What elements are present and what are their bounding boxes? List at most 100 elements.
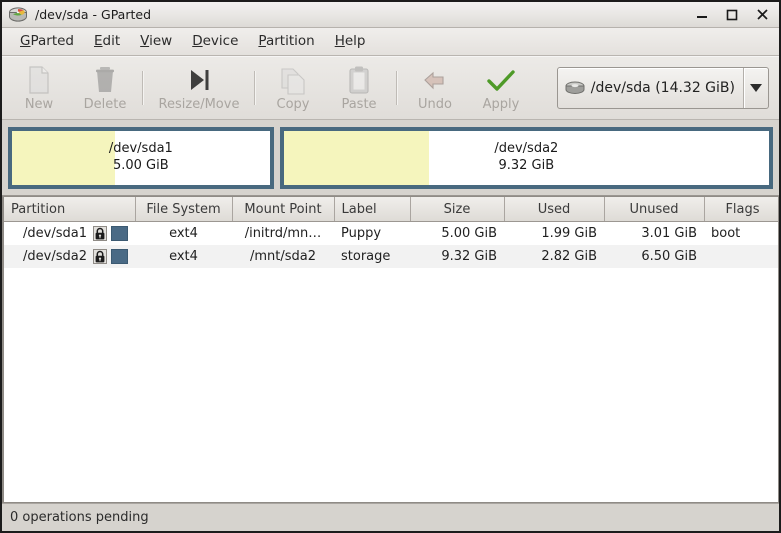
- copy-button[interactable]: Copy: [260, 59, 326, 117]
- undo-button[interactable]: Undo: [402, 59, 468, 117]
- partition-bar-sda2[interactable]: /dev/sda2 9.32 GiB: [279, 126, 773, 189]
- close-icon[interactable]: [747, 3, 777, 27]
- cell-file-system: ext4: [169, 226, 198, 241]
- resize-move-icon: [184, 65, 214, 95]
- partition-name: /dev/sda1: [23, 226, 87, 241]
- delete-button[interactable]: Delete: [72, 59, 138, 117]
- menu-device-mnemonic: D: [192, 33, 203, 49]
- partition-bar-sda1-size: 5.00 GiB: [112, 157, 169, 173]
- new-partition-icon: [26, 65, 52, 95]
- cell-used: 2.82 GiB: [504, 245, 604, 268]
- cell-used: 1.99 GiB: [541, 226, 597, 241]
- maximize-icon[interactable]: [717, 3, 747, 27]
- paste-button[interactable]: Paste: [326, 59, 392, 117]
- menu-gparted-mnemonic: G: [20, 33, 31, 49]
- table-row[interactable]: /dev/sda1 ext4 /initrd/mn… Puppy 5.00 Gi…: [4, 222, 778, 246]
- menu-help[interactable]: Help: [325, 30, 376, 53]
- device-selector[interactable]: /dev/sda (14.32 GiB): [556, 67, 769, 109]
- partition-bar-sda2-name: /dev/sda2: [494, 140, 559, 156]
- delete-button-label: Delete: [83, 96, 127, 112]
- partition-bar-sda1[interactable]: /dev/sda1 5.00 GiB: [8, 126, 274, 189]
- new-button-label: New: [24, 96, 54, 112]
- menu-edit[interactable]: Edit: [84, 30, 130, 53]
- column-header-unused[interactable]: Unused: [604, 197, 705, 222]
- lock-icon: [93, 249, 107, 264]
- menu-gparted-label: Parted: [30, 33, 74, 49]
- menu-partition-label: artition: [265, 33, 315, 49]
- cell-partition: /dev/sda2: [4, 245, 135, 268]
- toolbar-separator: [254, 71, 256, 105]
- menu-view-mnemonic: V: [140, 33, 150, 49]
- menu-help-mnemonic: H: [334, 33, 345, 49]
- toolbar-separator: [396, 71, 398, 105]
- gparted-window: /dev/sda - GParted GParted Edit View Dev…: [0, 0, 781, 533]
- hard-disk-icon: [564, 80, 586, 96]
- partition-graphic: /dev/sda1 5.00 GiB /dev/sda2 9.32 GiB: [2, 120, 779, 196]
- column-header-mount-point[interactable]: Mount Point: [232, 197, 335, 222]
- resize-move-button[interactable]: Resize/Move: [148, 59, 250, 117]
- partition-bar-sda1-name: /dev/sda1: [108, 140, 173, 156]
- device-selector-label: /dev/sda (14.32 GiB): [590, 80, 735, 96]
- chevron-down-icon[interactable]: [743, 68, 768, 108]
- paste-button-label: Paste: [341, 96, 377, 112]
- cell-file-system: ext4: [135, 245, 232, 268]
- cell-unused: 6.50 GiB: [604, 245, 704, 268]
- cell-mount-point: /initrd/mn…: [244, 226, 322, 241]
- title-bar: /dev/sda - GParted: [2, 2, 779, 28]
- color-swatch: [111, 249, 128, 264]
- column-header-file-system[interactable]: File System: [135, 197, 233, 222]
- column-header-used[interactable]: Used: [504, 197, 605, 222]
- table-header-row: Partition File System Mount Point Label …: [4, 197, 778, 222]
- status-bar: 0 operations pending: [2, 503, 779, 531]
- column-header-size[interactable]: Size: [410, 197, 505, 222]
- menu-edit-label: dit: [102, 33, 121, 49]
- menu-view[interactable]: View: [130, 30, 182, 53]
- menu-partition[interactable]: Partition: [248, 30, 324, 53]
- undo-arrow-icon: [422, 65, 448, 95]
- column-header-label[interactable]: Label: [334, 197, 411, 222]
- partition-table: Partition File System Mount Point Label …: [2, 196, 779, 503]
- cell-flags: boot: [711, 226, 741, 241]
- paste-icon: [346, 65, 372, 95]
- menu-edit-mnemonic: E: [94, 33, 103, 49]
- undo-button-label: Undo: [418, 96, 452, 112]
- cell-size: 5.00 GiB: [441, 226, 497, 241]
- toolbar: New Delete Resize/Move Copy Paste Undo A…: [2, 56, 779, 120]
- green-checkmark-icon: [486, 65, 516, 95]
- cell-flags: [704, 245, 778, 268]
- partition-bar-sda2-size: 9.32 GiB: [498, 157, 555, 173]
- lock-icon: [93, 226, 107, 241]
- column-header-partition[interactable]: Partition: [4, 197, 136, 222]
- copy-icon: [279, 65, 307, 95]
- menu-partition-mnemonic: P: [258, 33, 266, 49]
- resize-move-button-label: Resize/Move: [158, 96, 240, 112]
- color-swatch: [111, 226, 128, 241]
- cell-unused: 3.01 GiB: [641, 226, 697, 241]
- apply-button-label: Apply: [482, 96, 520, 112]
- menu-device[interactable]: Device: [182, 30, 248, 53]
- copy-button-label: Copy: [276, 96, 310, 112]
- window-title: /dev/sda - GParted: [35, 7, 151, 22]
- status-text: 0 operations pending: [10, 510, 149, 525]
- disk-drive-icon: [8, 6, 28, 24]
- column-header-flags[interactable]: Flags: [704, 197, 778, 222]
- cell-partition: /dev/sda1: [4, 222, 135, 246]
- partition-name: /dev/sda2: [23, 249, 87, 264]
- new-button[interactable]: New: [6, 59, 72, 117]
- cell-mount-point: /mnt/sda2: [232, 245, 334, 268]
- menu-view-label: iew: [149, 33, 173, 49]
- menu-gparted[interactable]: GParted: [10, 30, 84, 53]
- menu-help-label: elp: [344, 33, 366, 49]
- menu-bar: GParted Edit View Device Partition Help: [2, 28, 779, 56]
- cell-size: 9.32 GiB: [410, 245, 504, 268]
- apply-button[interactable]: Apply: [468, 59, 534, 117]
- window-controls: [687, 3, 777, 27]
- trash-icon: [92, 65, 118, 95]
- toolbar-separator: [142, 71, 144, 105]
- menu-device-label: evice: [202, 33, 239, 49]
- table-empty-area: [4, 268, 778, 502]
- cell-label: Puppy: [341, 226, 382, 241]
- minimize-icon[interactable]: [687, 3, 717, 27]
- table-row[interactable]: /dev/sda2 ext4 /mnt/sda2 storage 9.32 Gi…: [4, 245, 778, 268]
- cell-label: storage: [334, 245, 410, 268]
